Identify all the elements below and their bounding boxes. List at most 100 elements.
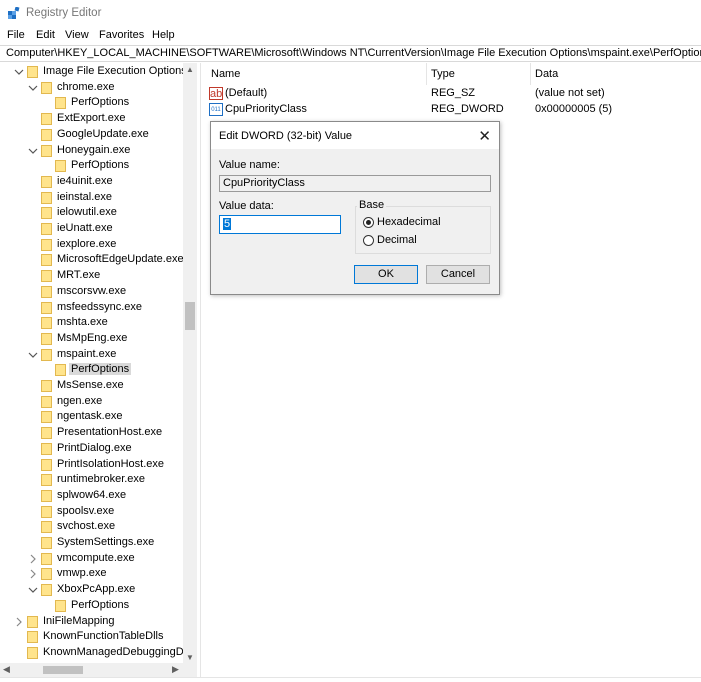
tree-item[interactable]: MRT.exe [0,268,183,284]
tree-item[interactable]: iexplore.exe [0,237,183,253]
column-name[interactable]: Name [211,68,240,80]
folder-icon [41,505,52,518]
tree-item[interactable]: IniFileMapping [0,614,183,630]
tree-item[interactable]: PrintIsolationHost.exe [0,457,183,473]
tree-item[interactable]: ielowutil.exe [0,205,183,221]
value-data-text: 5 [223,218,232,230]
hexadecimal-label[interactable]: Hexadecimal [377,216,441,228]
tree-item[interactable]: PrintDialog.exe [0,441,183,457]
column-divider[interactable] [426,63,427,85]
column-data[interactable]: Data [535,68,558,80]
tree-item[interactable]: splwow64.exe [0,488,183,504]
tree-item-label: spoolsv.exe [57,504,115,517]
scroll-right-icon[interactable]: ▶ [172,664,179,675]
chevron-down-icon[interactable] [28,82,38,94]
tree-item[interactable]: spoolsv.exe [0,504,183,520]
tree-item[interactable]: msfeedssync.exe [0,300,183,316]
tree-item[interactable]: vmwp.exe [0,566,183,582]
tree-item[interactable]: GoogleUpdate.exe [0,127,183,143]
tree-item[interactable]: MsSense.exe [0,378,183,394]
menu-help[interactable]: Help [152,29,175,41]
chevron-right-icon[interactable] [14,616,24,628]
tree-item[interactable]: vmcompute.exe [0,551,183,567]
menu-favorites[interactable]: Favorites [99,29,144,41]
title-bar: Registry Editor [0,0,701,27]
value-name: CpuPriorityClass [225,103,307,115]
address-bar[interactable]: Computer\HKEY_LOCAL_MACHINE\SOFTWARE\Mic… [0,45,701,62]
tree-item[interactable]: PerfOptions [0,158,183,174]
folder-icon [41,81,52,94]
folder-icon [41,128,52,141]
tree-item-label: vmcompute.exe [57,551,135,564]
tree-item-label: msfeedssync.exe [57,300,142,313]
folder-icon [41,474,52,487]
tree-item[interactable]: ExtExport.exe [0,111,183,127]
tree-item[interactable]: Honeygain.exe [0,143,183,159]
chevron-right-icon[interactable] [28,553,38,565]
tree-item[interactable]: SystemSettings.exe [0,535,183,551]
scroll-left-icon[interactable]: ◀ [3,664,10,675]
dialog-title-bar[interactable]: Edit DWORD (32-bit) Value ✕ [211,122,499,149]
menu-file[interactable]: File [7,29,25,41]
folder-icon [41,113,52,126]
scroll-down-icon[interactable]: ▼ [186,653,194,662]
list-item[interactable]: ab (Default) REG_SZ (value not set) [204,86,701,102]
chevron-down-icon[interactable] [28,349,38,361]
folder-icon [41,348,52,361]
tree-item[interactable]: PresentationHost.exe [0,425,183,441]
tree-item[interactable]: MicrosoftEdgeUpdate.exe [0,252,184,268]
ok-button[interactable]: OK [354,265,418,284]
column-divider[interactable] [530,63,531,85]
tree-item[interactable]: mscorsvw.exe [0,284,183,300]
list-item[interactable]: 011 CpuPriorityClass REG_DWORD 0x0000000… [204,102,701,118]
tree-item[interactable]: ngentask.exe [0,409,183,425]
decimal-label[interactable]: Decimal [377,234,417,246]
hexadecimal-radio[interactable] [363,217,374,228]
tree-item[interactable]: svchost.exe [0,519,183,535]
tree-item[interactable]: ngen.exe [0,394,183,410]
registry-tree[interactable]: Image File Execution Options chrome.exe Pe… [0,63,197,663]
decimal-radio[interactable] [363,235,374,246]
tree-item-label: MicrosoftEdgeUpdate.exe [57,253,184,266]
folder-icon [41,175,52,188]
scroll-up-icon[interactable]: ▲ [186,65,194,74]
tree-item[interactable]: XboxPcApp.exe [0,582,183,598]
tree-item[interactable]: KnownManagedDebuggingDll [0,645,189,661]
hscroll-thumb[interactable] [43,666,83,674]
close-icon[interactable]: ✕ [478,127,491,145]
tree-item-label: svchost.exe [57,520,116,533]
scroll-thumb[interactable] [185,302,195,330]
tree-item-label: runtimebroker.exe [57,473,146,486]
tree-item[interactable]: PerfOptions [0,362,183,378]
tree-item[interactable]: ie4uinit.exe [0,174,183,190]
tree-item[interactable]: runtimebroker.exe [0,472,183,488]
tree-item[interactable]: KnownFunctionTableDlls [0,629,183,645]
tree-item[interactable]: mspaint.exe [0,347,183,363]
chevron-right-icon[interactable] [28,568,38,580]
menu-view[interactable]: View [65,29,89,41]
status-strip [0,677,701,682]
tree-item-label: ielowutil.exe [57,206,117,219]
tree-item[interactable]: PerfOptions [0,598,183,614]
tree-item-label: IniFileMapping [43,614,115,627]
tree-item-label: PerfOptions [69,363,132,376]
tree-item[interactable]: PerfOptions [0,95,183,111]
cancel-button[interactable]: Cancel [426,265,490,284]
folder-icon [41,207,52,220]
tree-item[interactable]: Image File Execution Options [0,64,187,80]
value-data: (value not set) [535,87,605,99]
tree-vertical-scrollbar[interactable]: ▲ ▼ [183,63,197,663]
column-type[interactable]: Type [431,68,455,80]
chevron-down-icon[interactable] [28,584,38,596]
chevron-down-icon[interactable] [28,145,38,157]
value-data-input[interactable]: 5 [219,215,341,234]
tree-item[interactable]: ieinstal.exe [0,190,183,206]
tree-item-label: vmwp.exe [57,567,107,580]
chevron-down-icon[interactable] [14,66,24,78]
tree-item[interactable]: mshta.exe [0,315,183,331]
menu-edit[interactable]: Edit [36,29,55,41]
tree-item[interactable]: ieUnatt.exe [0,221,183,237]
tree-item[interactable]: chrome.exe [0,80,183,96]
tree-item[interactable]: MsMpEng.exe [0,331,183,347]
tree-horizontal-scrollbar[interactable]: ◀ ▶ [0,663,197,677]
